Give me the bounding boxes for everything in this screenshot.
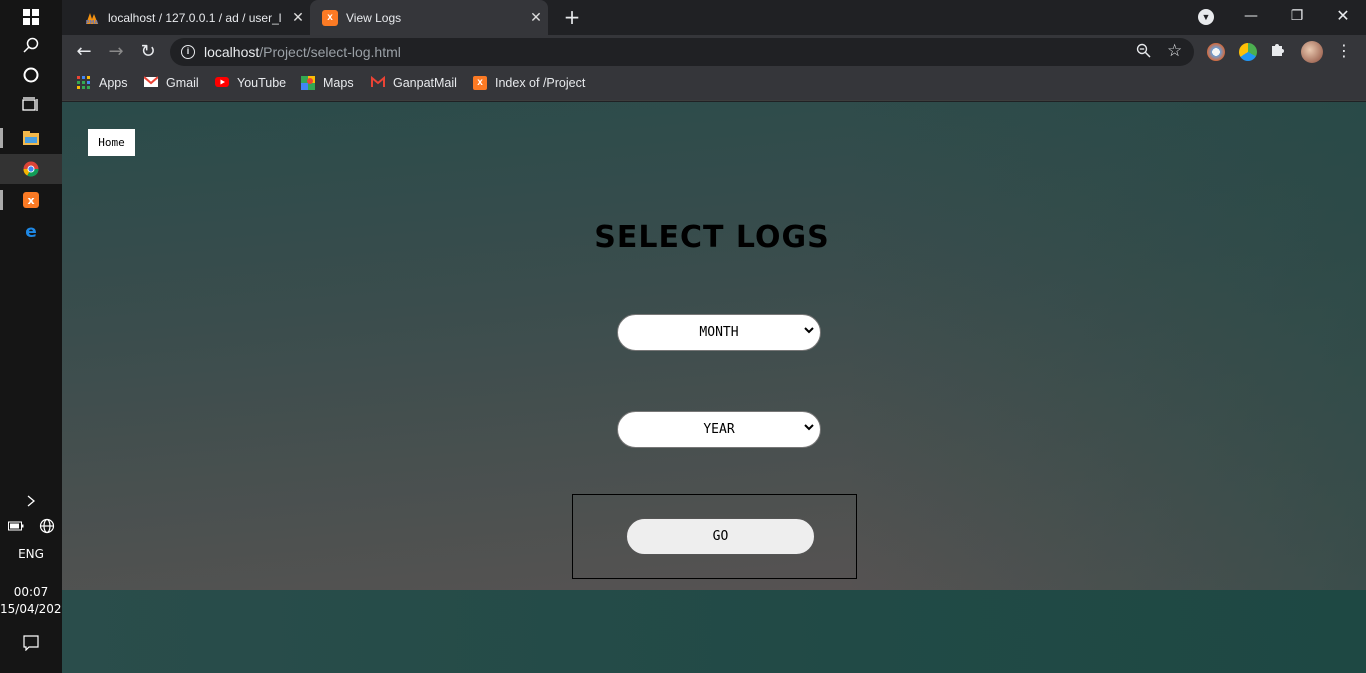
year-select[interactable]: YEAR	[617, 411, 821, 448]
cortana-icon[interactable]	[0, 60, 62, 90]
chevron-down-icon	[804, 421, 814, 434]
tab-search-icon[interactable]: ▼	[1198, 9, 1214, 25]
zoom-out-icon[interactable]	[1136, 43, 1151, 62]
bookmark-label: YouTube	[237, 76, 287, 90]
footer-area	[62, 590, 1366, 673]
chrome-toolbar: ← → ↻ i localhost/Project/select-log.htm…	[62, 35, 1366, 69]
xampp-icon: x	[473, 76, 487, 90]
close-window-icon[interactable]: ✕	[1320, 0, 1366, 35]
tab-view-logs[interactable]: x View Logs ✕	[310, 0, 548, 35]
svg-text:e: e	[25, 223, 37, 239]
bookmark-label: Maps	[323, 76, 354, 90]
profile-avatar[interactable]	[1301, 41, 1323, 63]
svg-text:x: x	[27, 194, 34, 207]
task-view-icon[interactable]	[0, 90, 62, 120]
url-text[interactable]: localhost/Project/select-log.html	[204, 44, 401, 60]
bookmark-apps[interactable]: Apps	[77, 76, 128, 90]
go-button-frame: GO	[572, 494, 857, 579]
new-tab-plus-icon[interactable]: +	[560, 6, 584, 30]
bookmark-star-icon[interactable]: ☆	[1167, 41, 1182, 61]
back-arrow-icon[interactable]: ←	[71, 39, 97, 65]
clock-date[interactable]: 15/04/2021	[0, 602, 69, 616]
file-explorer-icon[interactable]	[0, 123, 62, 153]
bookmark-label: Index of /Project	[495, 76, 586, 90]
close-tab-icon[interactable]: ✕	[286, 10, 310, 26]
bookmark-index-project[interactable]: x Index of /Project	[473, 76, 585, 90]
language-indicator[interactable]: ENG	[0, 547, 62, 561]
svg-text:PMA: PMA	[86, 20, 99, 25]
site-info-icon[interactable]: i	[181, 45, 195, 59]
home-button[interactable]: Home	[88, 129, 135, 156]
search-icon[interactable]	[0, 30, 62, 60]
phpmyadmin-icon: PMA	[84, 10, 100, 26]
minimize-icon[interactable]: —	[1228, 0, 1274, 35]
windows-start-icon[interactable]	[0, 2, 62, 32]
youtube-icon	[215, 76, 229, 90]
extension-icon[interactable]	[1207, 43, 1225, 61]
tab-title: localhost / 127.0.0.1 / ad / user_l	[108, 10, 282, 25]
battery-icon[interactable]	[0, 511, 31, 541]
close-tab-icon[interactable]: ✕	[524, 10, 548, 26]
page-title: SELECT LOGS	[594, 220, 830, 255]
chrome-tab-strip: PMA localhost / 127.0.0.1 / ad / user_l …	[62, 0, 1366, 35]
bookmark-youtube[interactable]: YouTube	[215, 76, 286, 90]
apps-grid-icon	[77, 76, 91, 90]
reload-icon[interactable]: ↻	[135, 39, 161, 65]
gmail-icon	[143, 76, 159, 90]
year-select-value: YEAR	[703, 422, 735, 437]
network-globe-icon[interactable]	[31, 511, 62, 541]
month-select[interactable]: MONTH	[617, 314, 821, 351]
page-content: Home SELECT LOGS MONTH YEAR GO	[62, 102, 1366, 673]
bookmark-maps[interactable]: Maps	[301, 76, 354, 90]
extension-icon[interactable]	[1239, 43, 1257, 61]
extensions-puzzle-icon[interactable]	[1270, 41, 1286, 61]
bookmark-gmail[interactable]: Gmail	[143, 76, 199, 90]
go-button[interactable]: GO	[626, 518, 815, 555]
bookmark-label: GanpatMail	[393, 76, 457, 90]
address-bar[interactable]: i localhost/Project/select-log.html ☆	[170, 38, 1194, 66]
xampp-taskbar-icon[interactable]: x	[0, 185, 62, 215]
bookmark-label: Gmail	[166, 76, 199, 90]
bookmark-ganpatmail[interactable]: GanpatMail	[371, 75, 457, 90]
month-select-value: MONTH	[699, 325, 739, 340]
edge-icon[interactable]: e	[0, 216, 62, 246]
chrome-menu-icon[interactable]: ⋮	[1334, 41, 1354, 60]
maps-icon	[301, 76, 315, 90]
tab-phpmyadmin[interactable]: PMA localhost / 127.0.0.1 / ad / user_l …	[72, 0, 310, 35]
notification-icon[interactable]	[0, 628, 62, 658]
clock-time[interactable]: 00:07	[0, 585, 62, 599]
restore-icon[interactable]: ❐	[1274, 0, 1320, 35]
gmail-icon	[371, 75, 385, 90]
xampp-icon: x	[322, 9, 338, 26]
bookmarks-bar: Apps Gmail YouTube Maps GanpatMail x Ind…	[62, 69, 1366, 101]
tab-title: View Logs	[346, 10, 402, 25]
chrome-taskbar-icon[interactable]	[0, 154, 62, 184]
forward-arrow-icon[interactable]: →	[103, 39, 129, 65]
windows-taskbar: x e ENG 00:07 15/04/2021	[0, 0, 69, 673]
chevron-down-icon	[804, 324, 814, 337]
bookmark-label: Apps	[99, 76, 128, 90]
